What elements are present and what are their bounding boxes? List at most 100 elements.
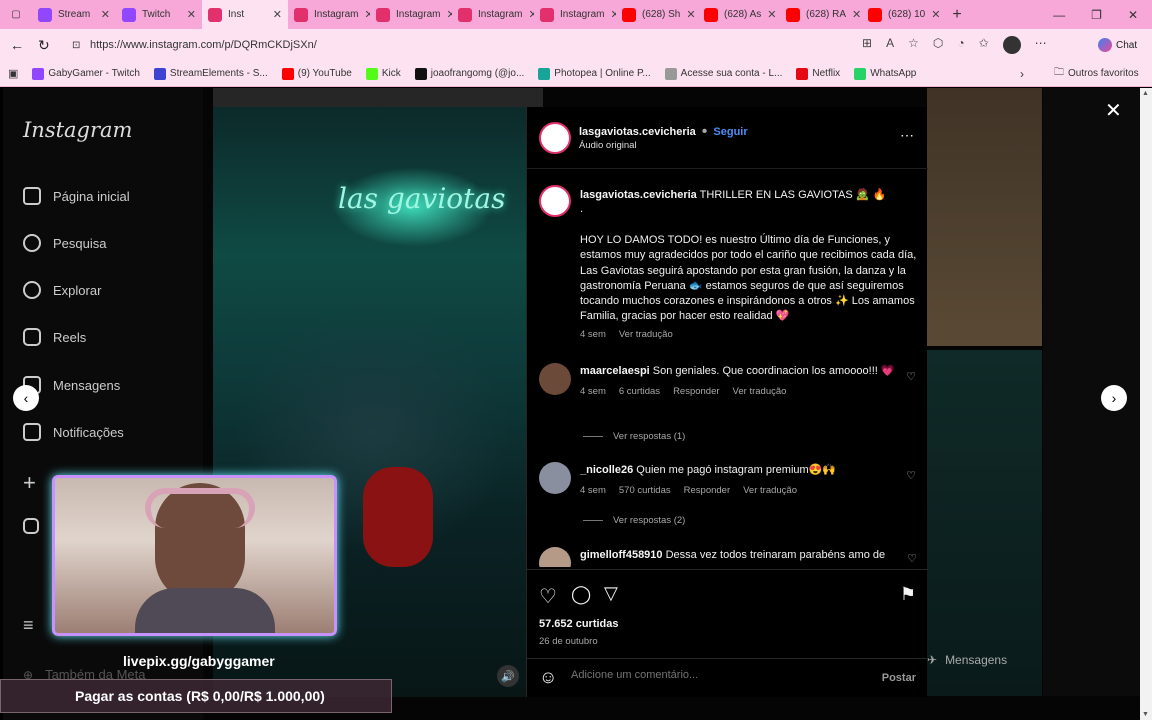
close-tab-icon[interactable]: ✕ xyxy=(187,8,196,21)
browser-tab[interactable]: Instagram ✕ xyxy=(452,0,534,29)
browser-essentials-icon[interactable]: ◔ xyxy=(957,36,964,54)
tab-actions-icon[interactable]: ▢ xyxy=(0,9,32,20)
refresh-icon[interactable]: ↻ xyxy=(38,37,50,54)
see-translation-link[interactable]: Ver tradução xyxy=(733,384,787,399)
read-aloud-icon[interactable]: A xyxy=(886,36,894,54)
like-comment-icon[interactable]: ♡ xyxy=(906,469,916,482)
follow-button[interactable]: Seguir xyxy=(713,126,747,138)
audio-label[interactable]: Áudio original xyxy=(579,140,637,151)
commenter-avatar[interactable] xyxy=(539,363,571,395)
commenter-avatar[interactable] xyxy=(539,547,571,567)
close-tab-icon[interactable]: ✕ xyxy=(101,8,110,21)
profile-avatar[interactable] xyxy=(1002,36,1021,54)
close-tab-icon[interactable]: ✕ xyxy=(767,8,776,21)
browser-tab[interactable]: Inst ✕ xyxy=(202,0,288,29)
favorite-link[interactable]: Acesse sua conta - L... xyxy=(664,67,782,80)
app-icon[interactable]: ⊞ xyxy=(862,36,872,54)
close-window-icon[interactable]: ✕ xyxy=(1128,8,1138,22)
browser-tab[interactable]: Instagram ✕ xyxy=(534,0,616,29)
author-username[interactable]: lasgaviotas.cevicheria xyxy=(579,126,696,138)
sidebar-item-notifica-es[interactable]: Notificações xyxy=(23,423,124,441)
commenter-avatar[interactable] xyxy=(539,462,571,494)
instagram-logo[interactable]: Instagram xyxy=(23,118,132,142)
copilot-chat-button[interactable]: Chat xyxy=(1098,38,1137,52)
reply-button[interactable]: Responder xyxy=(673,384,719,399)
like-comment-icon[interactable]: ♡ xyxy=(907,552,917,565)
messages-floating[interactable]: ✈ Mensagens xyxy=(927,653,1007,667)
scroll-up-icon[interactable]: ▲ xyxy=(1142,90,1149,97)
view-replies[interactable]: Ver respostas (1) xyxy=(583,431,685,442)
sidebar-item-pesquisa[interactable]: Pesquisa xyxy=(23,234,106,252)
caption-username[interactable]: lasgaviotas.cevicheria xyxy=(580,189,697,201)
see-translation-link[interactable]: Ver tradução xyxy=(743,483,797,498)
favorite-link[interactable]: joaofrangomg (@jo... xyxy=(414,67,524,80)
favorite-link[interactable]: StreamElements - S... xyxy=(153,67,268,80)
favorite-link[interactable]: (9) YouTube xyxy=(281,67,352,80)
post-comment-button[interactable]: Postar xyxy=(882,672,916,684)
comment-likes[interactable]: 570 curtidas xyxy=(619,483,671,498)
next-post-button[interactable]: › xyxy=(1101,385,1127,411)
close-tab-icon[interactable]: ✕ xyxy=(273,8,282,21)
scrollbar[interactable]: ▲ ▼ xyxy=(1140,88,1152,720)
other-favorites[interactable]: 🗀 Outros favoritos xyxy=(1054,65,1139,82)
save-icon[interactable]: ⚑ xyxy=(900,584,916,605)
view-replies[interactable]: Ver respostas (2) xyxy=(583,515,685,526)
dashboard-icon[interactable] xyxy=(23,518,39,534)
extensions-icon[interactable]: ⬡ xyxy=(933,36,943,54)
browser-tab[interactable]: (628) As ✕ xyxy=(698,0,780,29)
browser-tab[interactable]: Instagram ✕ xyxy=(370,0,452,29)
new-tab-icon[interactable]: + xyxy=(944,6,970,24)
scroll-down-icon[interactable]: ▼ xyxy=(1142,711,1149,718)
reply-button[interactable]: Responder xyxy=(684,483,730,498)
more-menu-icon[interactable]: ⋯ xyxy=(1035,36,1047,54)
favorite-link[interactable]: Photopea | Online P... xyxy=(538,67,651,80)
sidebar-item-reels[interactable]: Reels xyxy=(23,328,86,346)
minimize-icon[interactable]: — xyxy=(1053,8,1065,22)
url-field[interactable]: ⊡ https://www.instagram.com/p/DQRmCKDjSX… xyxy=(66,33,846,57)
browser-tab[interactable]: (628) RA ✕ xyxy=(780,0,862,29)
site-info-icon[interactable]: ⊡ xyxy=(72,40,80,51)
favorite-link[interactable]: WhatsApp xyxy=(854,67,916,80)
favorites-icon[interactable]: ✩ xyxy=(979,36,989,54)
url-text: https://www.instagram.com/p/DQRmCKDjSXn/ xyxy=(90,39,317,51)
likes-count[interactable]: 57.652 curtidas xyxy=(539,618,619,630)
comment-likes[interactable]: 6 curtidas xyxy=(619,384,660,399)
favorite-link[interactable]: Netflix xyxy=(796,67,840,80)
close-icon[interactable]: ✕ xyxy=(1105,98,1122,123)
previous-post-button[interactable]: ‹ xyxy=(13,385,39,411)
sidebar-item-p-gina-inicial[interactable]: Página inicial xyxy=(23,187,130,205)
favorite-link[interactable]: GabyGamer - Twitch xyxy=(32,67,140,80)
comment-input[interactable] xyxy=(571,669,841,681)
like-comment-icon[interactable]: ♡ xyxy=(906,370,916,383)
caption-avatar[interactable] xyxy=(539,185,571,217)
mute-icon[interactable]: 🔊 xyxy=(497,665,519,687)
comment-username[interactable]: gimelloff458910 xyxy=(580,549,663,561)
comment-username[interactable]: maarcelaespi xyxy=(580,365,650,377)
sidebar-item-explorar[interactable]: Explorar xyxy=(23,281,101,299)
close-tab-icon[interactable]: ✕ xyxy=(931,8,940,21)
more-options-icon[interactable]: ⋯ xyxy=(900,127,914,144)
emoji-icon[interactable]: ☺ xyxy=(539,667,557,688)
share-icon[interactable]: ▽ xyxy=(604,583,618,604)
more-menu-icon[interactable]: ≡ xyxy=(23,615,34,636)
like-icon[interactable]: ♡ xyxy=(539,584,557,609)
browser-tab[interactable]: Twitch ✕ xyxy=(116,0,202,29)
restore-icon[interactable]: ❐ xyxy=(1091,8,1102,22)
browser-tab[interactable]: Instagram ✕ xyxy=(288,0,370,29)
collections-icon[interactable]: ▣ xyxy=(8,67,18,80)
comment-username[interactable]: _nicolle26 xyxy=(580,464,633,476)
back-icon[interactable]: ← xyxy=(10,37,24,53)
author-avatar[interactable] xyxy=(539,122,571,154)
browser-tab[interactable]: (628) 10 ✕ xyxy=(862,0,944,29)
favorite-link[interactable]: Kick xyxy=(365,67,401,80)
see-translation-link[interactable]: Ver tradução xyxy=(619,329,673,340)
more-favorites-icon[interactable]: › xyxy=(1020,67,1024,81)
browser-tab[interactable]: (628) Sh ✕ xyxy=(616,0,698,29)
favorite-star-icon[interactable]: ☆ xyxy=(908,36,919,54)
comment: gimelloff458910 Dessa vez todos treinara… xyxy=(580,548,900,563)
close-tab-icon[interactable]: ✕ xyxy=(852,8,861,21)
comment-icon[interactable]: ◯ xyxy=(571,584,591,605)
browser-tab[interactable]: Stream ✕ xyxy=(32,0,116,29)
close-tab-icon[interactable]: ✕ xyxy=(686,8,695,21)
create-icon[interactable]: + xyxy=(23,470,36,496)
